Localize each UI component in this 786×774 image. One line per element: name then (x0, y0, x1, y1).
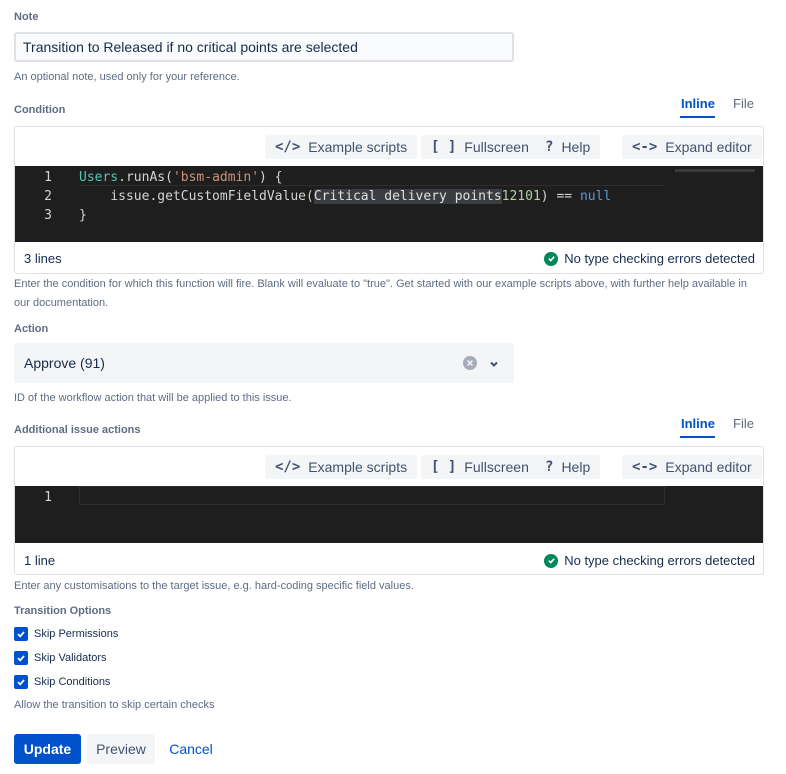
additional-code-area[interactable]: 1 (15, 486, 763, 543)
additional-example-scripts-button[interactable]: </> Example scripts (265, 455, 418, 479)
note-help: An optional note, used only for your ref… (14, 71, 240, 83)
condition-help: Enter the condition for which this funct… (14, 278, 747, 309)
check-icon (544, 251, 559, 266)
help-label: Help (561, 139, 591, 155)
check-icon (544, 553, 559, 568)
example-scripts-label: Example scripts (308, 459, 408, 475)
question-icon: ? (545, 459, 554, 475)
expand-arrows-icon: <-> (632, 139, 658, 155)
line-number: 2 (44, 189, 52, 204)
fullscreen-label: Fullscreen (464, 139, 529, 155)
skip-validators-label: Skip Validators (34, 652, 107, 664)
condition-tab-file[interactable]: File (733, 96, 754, 111)
line-number: 1 (44, 490, 52, 505)
example-scripts-label: Example scripts (308, 139, 408, 155)
additional-type-check-status: No type checking errors detected (544, 553, 755, 568)
condition-type-check-status: No type checking errors detected (544, 251, 755, 266)
note-input[interactable]: Transition to Released if no critical po… (14, 32, 514, 62)
action-help: ID of the workflow action that will be a… (14, 392, 292, 404)
skip-conditions-option[interactable]: Skip Conditions (14, 675, 110, 689)
action-selected-value: Approve (91) (24, 355, 105, 371)
minimap (675, 169, 755, 172)
condition-line-count: 3 lines (24, 251, 62, 266)
action-label: Action (14, 323, 49, 335)
code-line-2: issue.getCustomFieldValue(Critical deliv… (110, 189, 612, 204)
clear-icon[interactable] (463, 356, 477, 370)
line-number: 1 (44, 170, 52, 185)
skip-validators-option[interactable]: Skip Validators (14, 651, 107, 665)
skip-validators-checkbox[interactable] (14, 651, 28, 665)
code-icon: </> (275, 139, 301, 155)
transition-options-help: Allow the transition to skip certain che… (14, 699, 215, 711)
chevron-down-icon[interactable] (488, 357, 500, 373)
condition-code-area[interactable]: 1 2 3 Users.runAs('bsm-admin') { issue.g… (15, 166, 763, 242)
current-line-marker (79, 185, 665, 186)
additional-expand-editor-button[interactable]: <-> Expand editor (622, 455, 762, 479)
transition-options-label: Transition Options (14, 605, 112, 617)
condition-help-button[interactable]: ? Help (535, 135, 601, 159)
condition-expand-editor-button[interactable]: <-> Expand editor (622, 135, 762, 159)
skip-permissions-checkbox[interactable] (14, 627, 28, 641)
expand-editor-label: Expand editor (665, 139, 752, 155)
type-check-label: No type checking errors detected (564, 251, 755, 266)
type-check-label: No type checking errors detected (564, 553, 755, 568)
note-label: Note (14, 11, 39, 23)
preview-button[interactable]: Preview (87, 734, 155, 764)
fullscreen-icon: [ ] (431, 139, 457, 155)
current-line-marker (79, 486, 665, 505)
skip-permissions-label: Skip Permissions (34, 628, 119, 640)
additional-tab-file[interactable]: File (733, 416, 754, 431)
fullscreen-icon: [ ] (431, 459, 457, 475)
cancel-button[interactable]: Cancel (163, 734, 219, 764)
fullscreen-label: Fullscreen (464, 459, 529, 475)
expand-editor-label: Expand editor (665, 459, 752, 475)
line-number: 3 (44, 208, 52, 223)
additional-fullscreen-button[interactable]: [ ] Fullscreen (421, 455, 539, 479)
additional-tab-underline (680, 436, 715, 438)
skip-conditions-label: Skip Conditions (34, 676, 111, 688)
additional-editor: </> Example scripts [ ] Fullscreen ? Hel… (14, 446, 764, 575)
condition-editor: </> Example scripts [ ] Fullscreen ? Hel… (14, 126, 764, 274)
code-line-3: } (79, 208, 87, 223)
additional-tab-inline[interactable]: Inline (681, 416, 715, 431)
additional-line-count: 1 line (24, 553, 56, 568)
additional-label: Additional issue actions (14, 424, 141, 436)
question-icon: ? (545, 139, 554, 155)
code-icon: </> (275, 459, 301, 475)
action-select[interactable]: Approve (91) (14, 343, 514, 383)
condition-example-scripts-button[interactable]: </> Example scripts (265, 135, 418, 159)
condition-tab-inline[interactable]: Inline (681, 96, 715, 111)
condition-label: Condition (14, 104, 66, 116)
expand-arrows-icon: <-> (632, 459, 658, 475)
skip-permissions-option[interactable]: Skip Permissions (14, 627, 118, 641)
help-label: Help (561, 459, 591, 475)
condition-fullscreen-button[interactable]: [ ] Fullscreen (421, 135, 539, 159)
condition-tab-underline (680, 116, 715, 118)
skip-conditions-checkbox[interactable] (14, 675, 28, 689)
additional-help: Enter any customisations to the target i… (14, 580, 414, 592)
additional-help-button[interactable]: ? Help (535, 455, 601, 479)
update-button[interactable]: Update (14, 734, 81, 764)
